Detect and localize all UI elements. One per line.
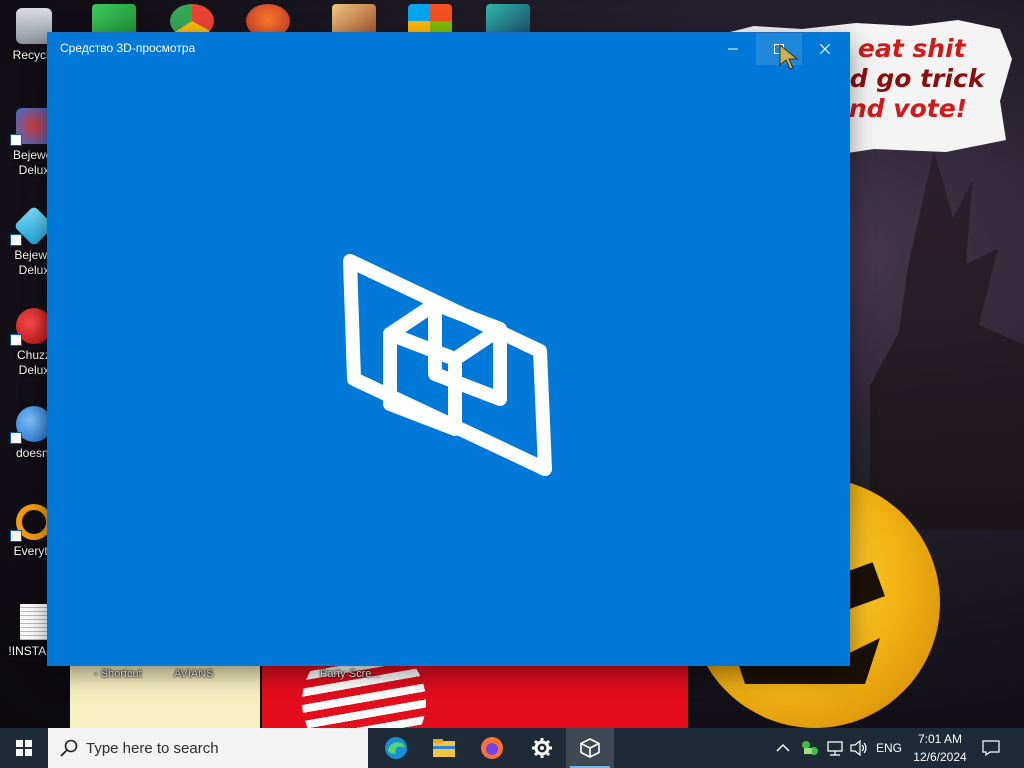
taskbar-firefox[interactable] (468, 728, 516, 768)
clock[interactable]: 7:01 AM 12/6/2024 (906, 730, 974, 766)
desktop-icon-label-party-screen[interactable]: Party Scre... (320, 668, 381, 680)
tray-puzzle-icon (802, 741, 818, 755)
taskbar-search-box[interactable]: Type here to search (48, 728, 368, 768)
volume-button[interactable] (850, 728, 868, 768)
minimize-button[interactable] (710, 33, 756, 65)
shortcut-arrow-icon (10, 530, 22, 542)
shortcut-arrow-icon (10, 134, 22, 146)
text-file-icon (20, 604, 48, 640)
note-line-3: and vote! (832, 94, 968, 123)
network-icon (827, 741, 843, 756)
action-center-button[interactable] (982, 728, 1000, 768)
close-button[interactable] (802, 33, 848, 65)
show-hidden-icons-button[interactable] (776, 728, 790, 768)
mouse-cursor-icon (779, 43, 799, 70)
wallpaper-note-text: o eat shit nd go trick and vote! (832, 34, 1012, 124)
search-placeholder: Type here to search (86, 739, 219, 757)
note-line-2: nd go trick (832, 64, 985, 93)
recycle-bin-icon (16, 8, 52, 44)
taskbar-file-explorer[interactable] (420, 728, 468, 768)
clock-date: 12/6/2024 (913, 750, 967, 764)
firefox-icon (481, 737, 503, 759)
windows-logo-icon (16, 740, 32, 756)
taskbar-edge[interactable] (372, 728, 420, 768)
desktop-icon-label-avians[interactable]: AVIANS (174, 668, 214, 680)
search-icon (60, 739, 78, 757)
clock-time: 7:01 AM (917, 732, 963, 746)
settings-icon (532, 738, 552, 758)
3d-viewer-logo-icon (343, 254, 552, 476)
tray-app-icon[interactable] (800, 728, 820, 768)
taskbar: Type here to search ENG 7:01 AM 12/6/202… (0, 728, 1024, 768)
edge-icon (385, 737, 407, 759)
wallpaper-tree (870, 150, 1024, 530)
language-label: ENG (876, 741, 903, 755)
close-icon (820, 44, 830, 54)
start-button[interactable] (0, 728, 48, 768)
file-explorer-icon (433, 739, 455, 757)
minimize-icon (728, 48, 738, 50)
3d-viewer-window[interactable]: Средство 3D-просмотра (48, 33, 849, 665)
shortcut-arrow-icon (10, 432, 22, 444)
window-title: Средство 3D-просмотра (60, 41, 196, 55)
desktop-icon-label-shortcut[interactable]: - Shortcut (94, 668, 142, 680)
title-bar[interactable]: Средство 3D-просмотра (48, 33, 849, 65)
shortcut-arrow-icon (10, 334, 22, 346)
network-button[interactable] (826, 728, 844, 768)
speaker-icon (850, 740, 867, 756)
3d-viewer-icon (580, 738, 600, 758)
note-line-1: o eat shit (832, 34, 966, 63)
notification-icon (982, 740, 1000, 756)
taskbar-settings[interactable] (518, 728, 566, 768)
chevron-up-icon (776, 743, 790, 752)
language-indicator[interactable]: ENG (876, 728, 902, 768)
shortcut-arrow-icon (10, 234, 22, 246)
taskbar-3d-viewer[interactable] (566, 728, 614, 768)
